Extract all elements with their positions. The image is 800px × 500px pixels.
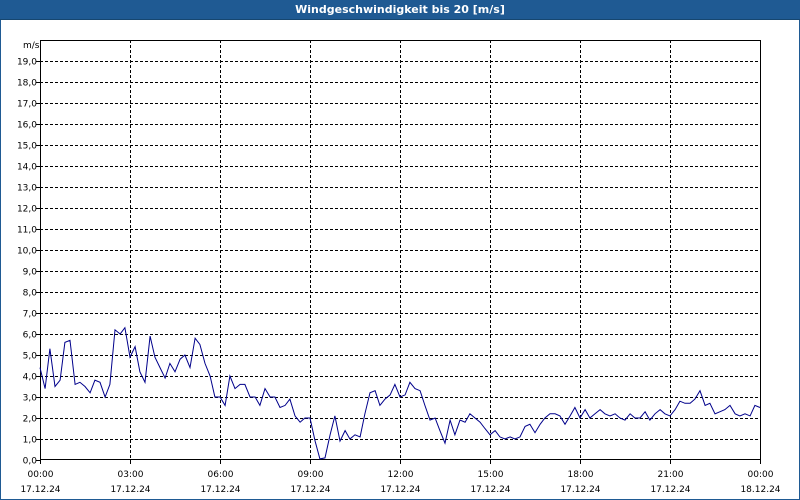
y-tick-label: 7,0 bbox=[23, 310, 38, 320]
x-tick-date-label: 17.12.24 bbox=[650, 485, 690, 495]
x-tick-date-label: 17.12.24 bbox=[200, 485, 240, 495]
y-tick-label: 17,0 bbox=[17, 100, 37, 110]
x-tick-date-label: 17.12.24 bbox=[470, 485, 510, 495]
y-tick-label: 12,0 bbox=[17, 205, 37, 215]
y-tick-label: 4,0 bbox=[23, 373, 38, 383]
y-tick-label: 6,0 bbox=[23, 331, 38, 341]
x-tick-date-label: 17.12.24 bbox=[110, 485, 150, 495]
x-axis-ticks: 00:00 17.12.24 03:00 17.12.24 06:00 17.12.24 0… bbox=[20, 460, 781, 495]
x-tick-time-label: 06:00 bbox=[208, 470, 234, 480]
y-tick-label: 3,0 bbox=[23, 394, 38, 404]
y-tick-label: 19,0 bbox=[17, 58, 37, 68]
x-tick-time-label: 21:00 bbox=[658, 470, 684, 480]
x-tick-time-label: 09:00 bbox=[298, 470, 324, 480]
wind-speed-chart: m/s 0,0 1,0 2,0 3,0 4,0 5,0 6,0 7,0 8,0 9,0 10,0 11… bbox=[17, 40, 781, 495]
y-tick-label: 18,0 bbox=[17, 79, 37, 89]
y-axis-ticks: 0,0 1,0 2,0 3,0 4,0 5,0 6,0 7,0 8,0 9,0 10,0 11,0 12… bbox=[17, 58, 40, 467]
y-tick-label: 11,0 bbox=[17, 226, 37, 236]
x-tick-date-label: 18.12.24 bbox=[740, 485, 780, 495]
x-tick-time-label: 03:00 bbox=[118, 470, 144, 480]
x-tick-date-label: 17.12.24 bbox=[20, 485, 60, 495]
y-tick-label: 0,0 bbox=[23, 457, 38, 467]
x-tick-time-label: 00:00 bbox=[748, 470, 774, 480]
y-tick-label: 5,0 bbox=[23, 352, 38, 362]
x-tick-date-label: 17.12.24 bbox=[560, 485, 600, 495]
x-tick-date-label: 17.12.24 bbox=[290, 485, 330, 495]
y-tick-label: 14,0 bbox=[17, 163, 37, 173]
x-tick-time-label: 00:00 bbox=[28, 470, 54, 480]
y-tick-label: 13,0 bbox=[17, 184, 37, 194]
y-tick-label: 16,0 bbox=[17, 121, 37, 131]
y-tick-label: 1,0 bbox=[23, 436, 38, 446]
y-axis-label: m/s bbox=[23, 41, 40, 51]
x-tick-date-label: 17.12.24 bbox=[380, 485, 420, 495]
y-tick-label: 9,0 bbox=[23, 268, 38, 278]
x-tick-time-label: 15:00 bbox=[478, 470, 504, 480]
x-tick-time-label: 12:00 bbox=[388, 470, 414, 480]
y-tick-label: 10,0 bbox=[17, 247, 37, 257]
y-tick-label: 2,0 bbox=[23, 415, 38, 425]
y-tick-label: 15,0 bbox=[17, 142, 37, 152]
x-tick-time-label: 18:00 bbox=[568, 470, 594, 480]
y-tick-label: 8,0 bbox=[23, 289, 38, 299]
